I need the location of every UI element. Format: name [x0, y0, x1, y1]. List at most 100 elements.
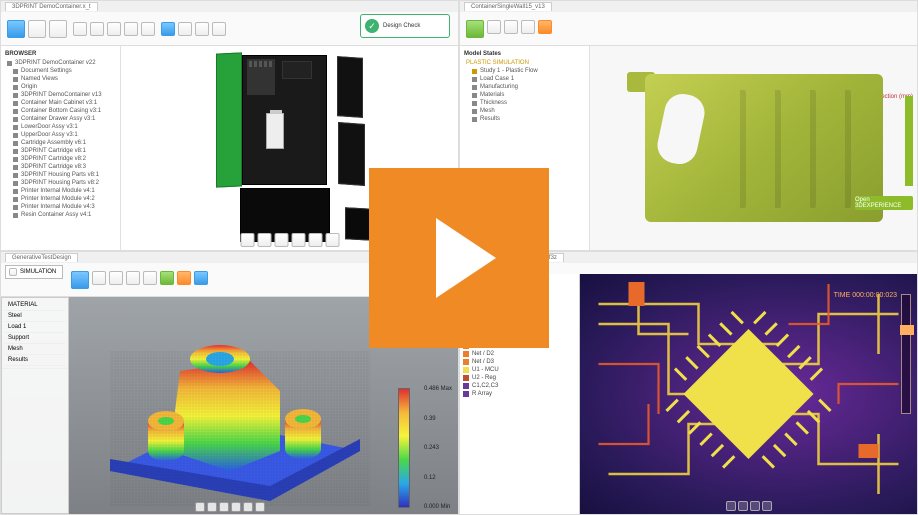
joint-icon[interactable] [178, 22, 192, 36]
workspace-dropdown[interactable]: SIMULATION [5, 265, 63, 279]
tree-item[interactable]: UpperDoor Assy v3:1 [5, 131, 116, 139]
tree-item[interactable]: Resin Container Assy v4:1 [5, 211, 116, 219]
fit-icon[interactable] [762, 501, 772, 511]
slider-knob[interactable] [900, 325, 914, 335]
window-tab[interactable]: ContainerSingleWall15_v13 [464, 2, 552, 11]
results-icon[interactable] [177, 271, 191, 285]
solve-icon[interactable] [521, 20, 535, 34]
revolve-icon[interactable] [107, 22, 121, 36]
tree-item[interactable]: Printer Internal Module v4:2 [5, 195, 116, 203]
fillet-icon[interactable] [141, 22, 155, 36]
materials-icon[interactable] [92, 271, 106, 285]
panel-item[interactable]: Steel [5, 311, 65, 322]
viewport-3d[interactable]: Warpage Deflection (mm) Open 3DEXPERIENC… [590, 46, 917, 250]
layer-row[interactable]: Net / D3 [463, 358, 576, 366]
tree-item[interactable]: Cartridge Assembly v6:1 [5, 139, 116, 147]
loop-icon[interactable] [255, 502, 265, 512]
time-slider[interactable] [901, 294, 911, 414]
inspect-icon[interactable] [195, 22, 209, 36]
tree-item[interactable]: 3DPRINT Housing Parts v8:2 [5, 179, 116, 187]
tree-item[interactable]: Document Settings [5, 67, 116, 75]
compare-icon[interactable] [194, 271, 208, 285]
hole-icon[interactable] [124, 22, 138, 36]
tree-item[interactable]: 3DPRINT Cartridge v8:2 [5, 155, 116, 163]
tree-item[interactable]: 3DPRINT Housing Parts v8:1 [5, 171, 116, 179]
panel-item[interactable]: Mesh [5, 344, 65, 355]
tree-item[interactable]: LowerDoor Assy v3:1 [5, 123, 116, 131]
tree-item[interactable]: 3DPRINT Cartridge v8:3 [5, 163, 116, 171]
tree-item[interactable]: Manufacturing [464, 83, 585, 91]
tree-study[interactable]: Study 1 - Plastic Flow [464, 67, 585, 75]
tree-item[interactable]: Thickness [464, 99, 585, 107]
study-icon[interactable] [466, 20, 484, 38]
tree-root[interactable]: 3DPRINT DemoContainer v22 [5, 59, 116, 67]
panel-item[interactable]: Results [5, 355, 65, 366]
open-cloud-button[interactable]: Open 3DEXPERIENCE [855, 196, 913, 210]
tree-item[interactable]: Load Case 1 [464, 75, 585, 83]
material-icon[interactable] [487, 20, 501, 34]
layer-row[interactable]: R Array [463, 390, 576, 398]
extrude-icon[interactable] [90, 22, 104, 36]
panel-item[interactable]: Load 1 [5, 322, 65, 333]
last-icon[interactable] [243, 502, 253, 512]
solve-icon[interactable] [160, 271, 174, 285]
sketch-icon[interactable] [73, 22, 87, 36]
next-icon[interactable] [231, 502, 241, 512]
prev-icon[interactable] [207, 502, 217, 512]
loads-icon[interactable] [126, 271, 140, 285]
orbit-icon[interactable] [726, 501, 736, 511]
nav-bar [240, 233, 339, 247]
display-icon[interactable] [308, 233, 322, 247]
tree-item[interactable]: 3DPRINT DemoContainer v13 [5, 91, 116, 99]
play-icon[interactable] [219, 502, 229, 512]
window-tab[interactable]: 3DPRINT DemoContainer.x_t [5, 2, 98, 11]
tree-item[interactable]: Materials [464, 91, 585, 99]
layer-row[interactable]: U1 - MCU [463, 366, 576, 374]
insert-icon[interactable] [212, 22, 226, 36]
tree-item[interactable]: Container Bottom Casing v3:1 [5, 107, 116, 115]
study-icon[interactable] [71, 271, 89, 289]
assemble-icon[interactable] [161, 22, 175, 36]
tree-item[interactable]: Printer Internal Module v4:3 [5, 203, 116, 211]
swatch-icon [463, 359, 469, 365]
grid-icon[interactable] [325, 233, 339, 247]
results-icon[interactable] [538, 20, 552, 34]
new-design-icon[interactable] [7, 20, 25, 38]
check-icon: ✓ [365, 19, 379, 33]
pan-icon[interactable] [257, 233, 271, 247]
constraints-icon[interactable] [109, 271, 123, 285]
tree-item[interactable]: Origin [5, 83, 116, 91]
tree-item[interactable]: Container Drawer Assy v3:1 [5, 115, 116, 123]
layer-row[interactable]: Net / D2 [463, 350, 576, 358]
viewport-3d[interactable]: TIME 000:00:00:023 [580, 274, 917, 514]
gate-icon[interactable] [504, 20, 518, 34]
panel-item[interactable]: MATERIAL [5, 300, 65, 311]
layer-row[interactable]: U2 - Reg [463, 374, 576, 382]
panel-item[interactable]: Support [5, 333, 65, 344]
browser-panel[interactable]: BROWSER 3DPRINT DemoContainer v22 Docume… [1, 46, 121, 250]
layer-row[interactable]: C1,C2,C3 [463, 382, 576, 390]
pan-icon[interactable] [738, 501, 748, 511]
tree-item[interactable]: Named Views [5, 75, 116, 83]
orbit-icon[interactable] [240, 233, 254, 247]
sim-panel[interactable]: MATERIALSteelLoad 1SupportMeshResults [1, 297, 69, 514]
tree-item[interactable]: Results [464, 115, 585, 123]
status-badge[interactable]: ✓ Design Check [360, 14, 450, 38]
contacts-icon[interactable] [143, 271, 157, 285]
tree-item[interactable]: 3DPRINT Cartridge v8:1 [5, 147, 116, 155]
video-play-button[interactable] [369, 168, 549, 348]
window-tab[interactable]: GenerativeTestDesign [5, 253, 78, 262]
tree-section: PLASTIC SIMULATION [464, 59, 585, 67]
fit-icon[interactable] [291, 233, 305, 247]
zoom-icon[interactable] [750, 501, 760, 511]
tree-item[interactable]: Container Main Cabinet v3:1 [5, 99, 116, 107]
result-scale[interactable] [905, 96, 913, 186]
zoom-icon[interactable] [274, 233, 288, 247]
color-legend[interactable] [398, 388, 410, 508]
tree-item[interactable]: Printer Internal Module v4:1 [5, 187, 116, 195]
workspace-label: SIMULATION [20, 269, 56, 275]
save-icon[interactable] [49, 20, 67, 38]
open-icon[interactable] [28, 20, 46, 38]
first-icon[interactable] [195, 502, 205, 512]
tree-item[interactable]: Mesh [464, 107, 585, 115]
